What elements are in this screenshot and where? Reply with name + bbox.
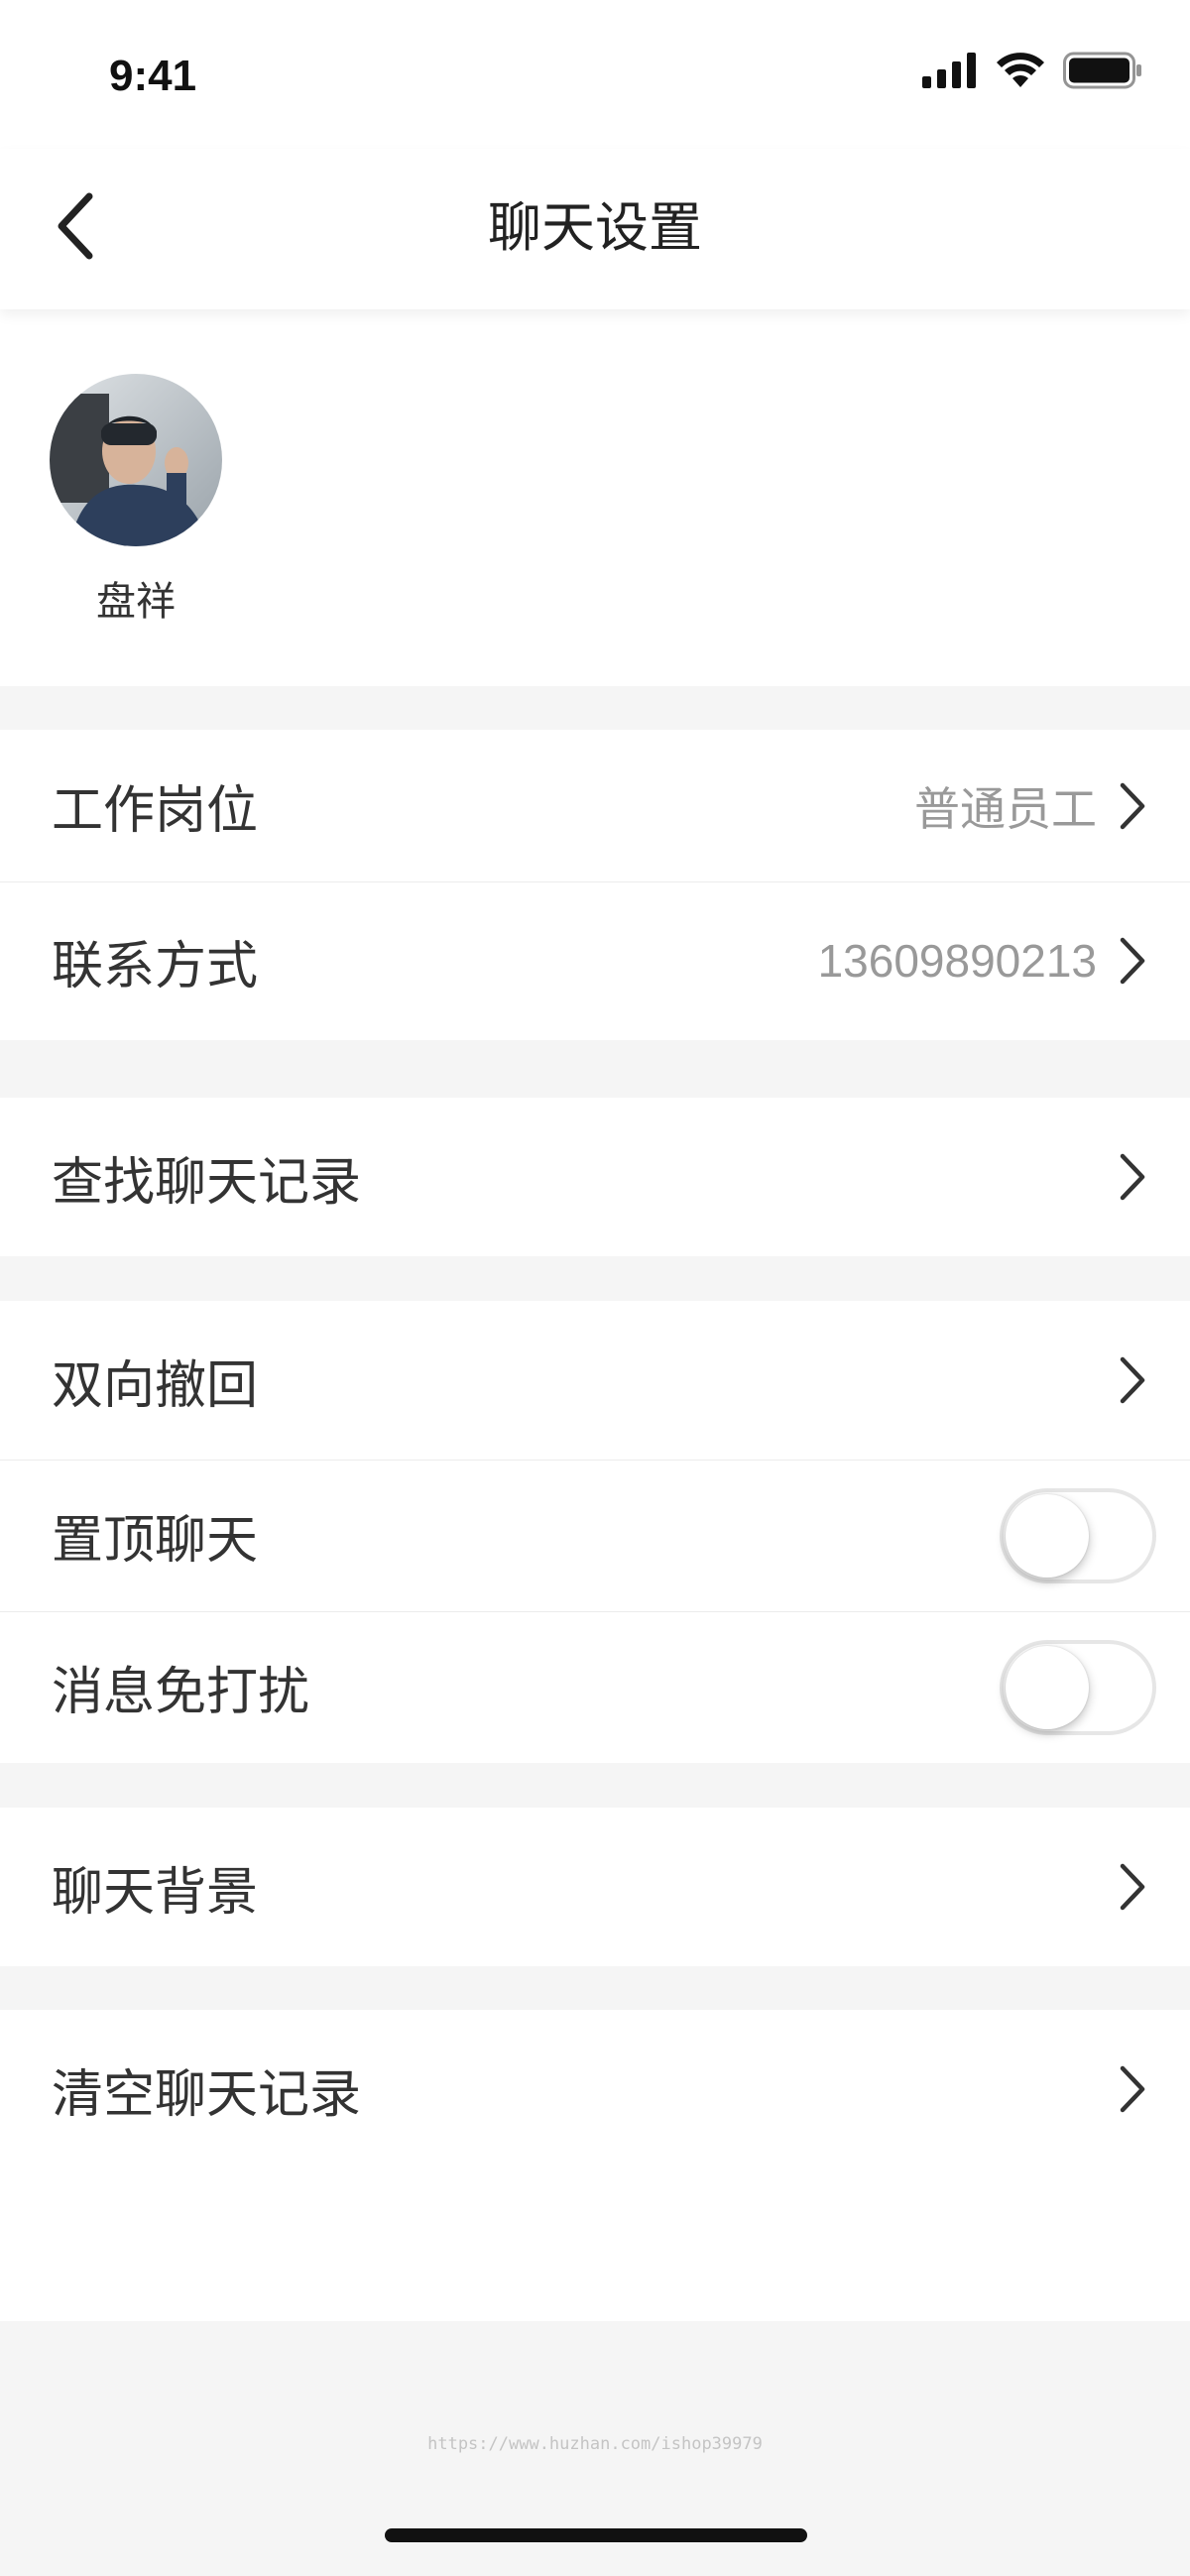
clear-history-row[interactable]: 清空聊天记录: [0, 2010, 1190, 2168]
chat-background-row[interactable]: 聊天背景: [0, 1808, 1190, 1966]
clear-group: 清空聊天记录: [0, 2010, 1190, 2321]
watermark: https://www.huzhan.com/ishop39979: [427, 2434, 763, 2454]
chat-background-label: 聊天背景: [52, 1862, 259, 1923]
navigation-bar: 聊天设置: [0, 149, 1190, 309]
chevron-right-icon: [1115, 1149, 1150, 1205]
page-title: 聊天设置: [488, 196, 702, 259]
position-row[interactable]: 工作岗位 普通员工: [0, 730, 1190, 881]
chevron-right-icon: [1115, 778, 1150, 834]
search-group: 查找聊天记录: [0, 1098, 1190, 1256]
background-group: 聊天背景: [0, 1808, 1190, 1966]
status-bar: 9:41: [0, 0, 1190, 149]
position-label: 工作岗位: [52, 781, 259, 841]
status-time: 9:41: [109, 52, 197, 100]
cellular-signal-icon: [922, 53, 978, 92]
toggle-knob: [1006, 1493, 1089, 1578]
chevron-right-icon: [1115, 1352, 1150, 1408]
contact-row[interactable]: 联系方式 13609890213: [0, 881, 1190, 1040]
home-indicator[interactable]: [385, 2528, 807, 2542]
member-name: 盘祥: [96, 579, 176, 625]
battery-icon: [1063, 52, 1142, 93]
pin-chat-label: 置顶聊天: [52, 1511, 259, 1571]
member-section: 盘祥: [0, 309, 1190, 686]
toggle-knob: [1006, 1645, 1089, 1729]
recall-label: 双向撤回: [52, 1355, 259, 1416]
info-group: 工作岗位 普通员工 联系方式 13609890213: [0, 730, 1190, 1040]
chevron-right-icon: [1115, 2061, 1150, 2117]
contact-label: 联系方式: [52, 936, 259, 996]
chevron-right-icon: [1115, 933, 1150, 989]
contact-value: 13609890213: [817, 935, 1097, 987]
pin-chat-row: 置顶聊天: [0, 1460, 1190, 1611]
do-not-disturb-label: 消息免打扰: [52, 1663, 310, 1722]
pin-chat-toggle[interactable]: [1000, 1487, 1156, 1583]
wifi-icon: [996, 52, 1045, 93]
do-not-disturb-toggle[interactable]: [1000, 1639, 1156, 1735]
chevron-right-icon: [1115, 1859, 1150, 1915]
status-icons: [922, 52, 1142, 93]
recall-row[interactable]: 双向撤回: [0, 1301, 1190, 1460]
do-not-disturb-row: 消息免打扰: [0, 1611, 1190, 1763]
position-value: 普通员工: [914, 781, 1097, 836]
chat-options-group: 双向撤回 置顶聊天 消息免打扰: [0, 1301, 1190, 1763]
clear-history-label: 清空聊天记录: [52, 2064, 362, 2125]
search-history-row[interactable]: 查找聊天记录: [0, 1098, 1190, 1256]
search-history-label: 查找聊天记录: [52, 1152, 362, 1213]
avatar[interactable]: [50, 374, 222, 546]
